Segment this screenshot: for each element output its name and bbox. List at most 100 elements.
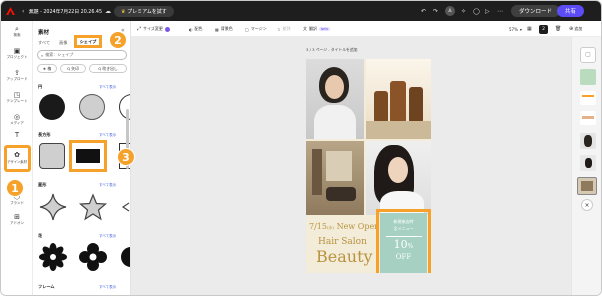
circle-gray-shape[interactable] bbox=[79, 94, 105, 120]
text-icon: T bbox=[14, 131, 20, 139]
section-title-circle: 円 bbox=[38, 84, 43, 89]
circle-outline-shape[interactable] bbox=[119, 94, 130, 120]
upload-icon: ⇪ bbox=[14, 69, 20, 77]
rail-label: アドオン bbox=[10, 221, 24, 225]
adobe-logo-icon[interactable] bbox=[6, 1, 15, 21]
star-four-point-shape[interactable] bbox=[38, 192, 68, 222]
thumbnail-selected[interactable] bbox=[577, 177, 597, 195]
translate-button[interactable]: 文翻訳 NEW bbox=[303, 21, 331, 37]
back-chevron-icon[interactable]: ‹ bbox=[22, 1, 24, 21]
thumbnail-text-layer[interactable] bbox=[580, 91, 596, 105]
search-placeholder: 検索：シェイプ bbox=[45, 52, 74, 57]
filter-chip-arrow[interactable]: Q 矢印 bbox=[60, 64, 86, 73]
left-rail: ⌕ 検索 ▣ プロジェクト ⇪ アップロード ◳ テンプレート ◎ メディア T ✿ デザイ… bbox=[1, 21, 33, 295]
background-button[interactable]: ▦ 背景色 bbox=[215, 21, 233, 37]
canvas-area: 3 / 3 ページ - タイトルを追加 7/15(水) New Open Hai… bbox=[131, 37, 571, 295]
thumbnail-blank[interactable]: ▢ bbox=[580, 47, 596, 63]
thumbnail-portrait[interactable] bbox=[580, 133, 596, 149]
panel-title: 素材 bbox=[38, 30, 50, 36]
rail-item-templates[interactable]: ◳ テンプレート bbox=[1, 91, 33, 104]
see-all-flower-link[interactable]: すべて表示 bbox=[99, 234, 116, 239]
tab-shapes[interactable]: シェイプ bbox=[74, 35, 102, 48]
color-button[interactable]: ◐ 配色 bbox=[189, 21, 203, 37]
rail-item-design-elements[interactable]: ✿ デザイン素材 bbox=[1, 151, 33, 164]
bulb-icon[interactable]: ✧ bbox=[461, 1, 466, 21]
rounded-rect-shape[interactable] bbox=[39, 143, 65, 169]
see-all-frame-link[interactable]: すべて表示 bbox=[99, 285, 116, 290]
photo-woman-portrait[interactable] bbox=[306, 59, 364, 139]
folder-icon: ▣ bbox=[13, 47, 21, 55]
promo-box[interactable]: 新規来店時 全メニュー 10% OFF bbox=[380, 213, 427, 273]
thumbnail-green[interactable] bbox=[580, 69, 596, 85]
rectangle-black-shape[interactable] bbox=[69, 140, 107, 172]
page-counter[interactable]: 2 bbox=[539, 21, 548, 37]
add-page-button[interactable]: ⊕ 追加 bbox=[569, 21, 582, 37]
redo-icon[interactable]: ↷ bbox=[433, 1, 438, 21]
flower-round-petal-shape[interactable] bbox=[79, 243, 107, 271]
resize-button[interactable]: ⤢ サイズ変更 bbox=[137, 21, 170, 37]
rail-item-upload[interactable]: ⇪ アップロード bbox=[1, 69, 33, 82]
delete-page-icon[interactable]: 🗑 bbox=[555, 21, 561, 37]
hair-salon-text[interactable]: Hair Salon bbox=[318, 237, 367, 247]
rail-label: デザイン素材 bbox=[7, 160, 27, 164]
resize-icon: ⤢ bbox=[137, 26, 142, 32]
right-thumbnail-bar: ▢ × bbox=[571, 37, 601, 295]
flower-eight-petal-shape[interactable] bbox=[39, 243, 67, 271]
flyer-page[interactable]: 7/15(水) New Open Hair Salon Beauty 新規来店時… bbox=[306, 59, 431, 273]
tab-all[interactable]: すべて bbox=[38, 40, 50, 46]
account-icon[interactable]: ♙ bbox=[445, 1, 455, 21]
circle-black-shape[interactable] bbox=[39, 94, 65, 120]
undo-icon[interactable]: ↶ bbox=[421, 1, 426, 21]
photo-salon-interior[interactable] bbox=[306, 141, 364, 215]
rail-item-search[interactable]: ⌕ 検索 bbox=[1, 25, 33, 38]
see-all-star-link[interactable]: すべて表示 bbox=[99, 183, 116, 188]
comment-icon[interactable]: ◯ bbox=[473, 1, 480, 21]
page-label[interactable]: 3 / 3 ページ - タイトルを追加 bbox=[306, 47, 357, 53]
flower-partial-shape[interactable] bbox=[119, 243, 130, 271]
download-label: ダウンロード bbox=[511, 5, 561, 17]
close-icon[interactable]: × bbox=[581, 199, 593, 211]
play-icon[interactable]: ▷ bbox=[485, 1, 490, 21]
rail-item-media[interactable]: ◎ メディア bbox=[1, 113, 33, 126]
filter-chip-balloon[interactable]: Q 吹き出し bbox=[89, 64, 127, 73]
new-badge: NEW bbox=[319, 27, 331, 31]
reorder-icon: ⇅ bbox=[277, 26, 281, 32]
open-date-text[interactable]: 7/15(水) New Open bbox=[309, 222, 379, 231]
photo-woman-hair-brush[interactable] bbox=[366, 141, 431, 215]
see-all-rectangle-link[interactable]: すべて表示 bbox=[99, 133, 116, 138]
star-five-point-shape[interactable] bbox=[78, 192, 108, 222]
zoom-control[interactable]: 57% ▾ bbox=[509, 21, 522, 37]
search-icon: ⌕ bbox=[41, 52, 44, 58]
search-input[interactable]: ⌕ 検索：シェイプ bbox=[37, 50, 127, 60]
margin-button[interactable]: ▢ マージン bbox=[245, 21, 267, 37]
rail-label: テンプレート bbox=[6, 99, 28, 103]
promo-line-2: 全メニュー bbox=[393, 226, 414, 231]
photo-hair-products[interactable] bbox=[366, 59, 431, 139]
grid-view-icon[interactable]: ▦ bbox=[527, 21, 532, 37]
download-button[interactable]: ダウンロード bbox=[511, 1, 561, 21]
document-title[interactable]: 無題 - 2024年7月22日 20.26.45 bbox=[29, 1, 102, 21]
beauty-text[interactable]: Beauty bbox=[316, 247, 373, 266]
translate-label: 翻訳 bbox=[309, 26, 317, 31]
filter-chip-oval[interactable]: ★ 楕 bbox=[37, 64, 57, 73]
see-all-circle-link[interactable]: すべて表示 bbox=[99, 85, 116, 90]
rail-item-projects[interactable]: ▣ プロジェクト bbox=[1, 47, 33, 60]
editor-toolbar: ⤢ サイズ変更 ◐ 配色 ▦ 背景色 ▢ マージン ⇅ 並列 文翻訳 NEW 57% ▾ ▦ … bbox=[131, 21, 601, 37]
tab-images[interactable]: 画像 bbox=[59, 40, 67, 46]
more-icon[interactable]: ⋯ bbox=[497, 1, 503, 21]
rail-item-addons[interactable]: ⊞ アドオン bbox=[1, 213, 33, 226]
thumbnail-portrait-2[interactable] bbox=[580, 155, 596, 171]
reorder-label: 並列 bbox=[282, 26, 291, 31]
thumbnail-label-layer[interactable] bbox=[580, 111, 596, 125]
share-button[interactable]: 共有 bbox=[557, 1, 585, 21]
section-title-rectangle: 長方形 bbox=[38, 132, 51, 137]
media-icon: ◎ bbox=[13, 113, 21, 121]
rail-item-text[interactable]: T bbox=[1, 131, 33, 139]
reorder-button[interactable]: ⇅ 並列 bbox=[277, 21, 290, 37]
zoom-level: 57% bbox=[509, 26, 518, 32]
premium-button[interactable]: ♛ プレミアムを試す bbox=[114, 1, 174, 21]
promo-percent: 10% bbox=[380, 239, 427, 253]
star-partial-shape[interactable] bbox=[119, 192, 130, 222]
premium-label: プレミアムを試す bbox=[127, 8, 167, 15]
weekday: (水) bbox=[326, 225, 335, 230]
